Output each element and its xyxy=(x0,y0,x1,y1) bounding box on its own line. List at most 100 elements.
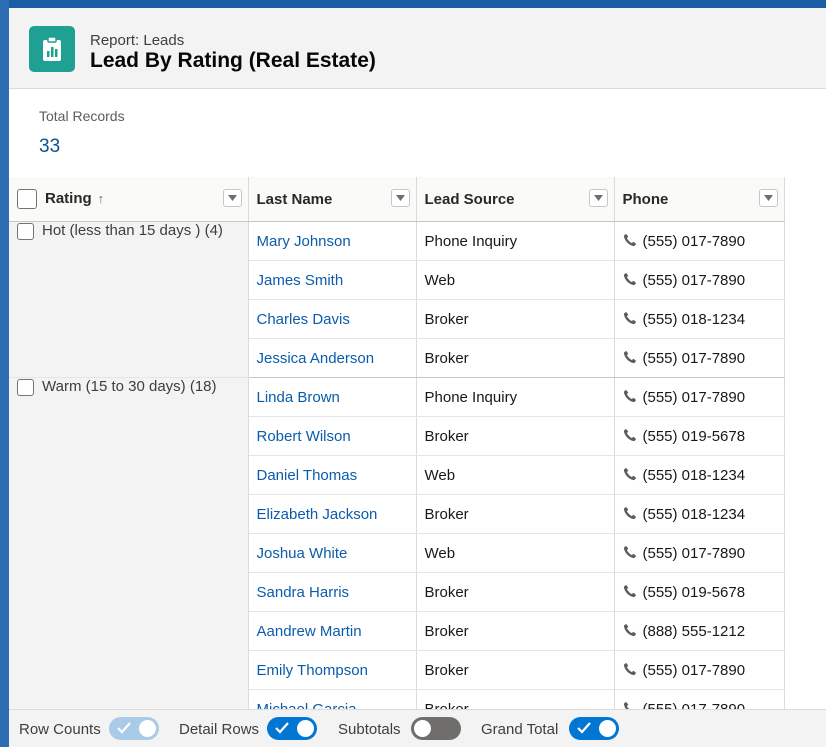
toggle-knob xyxy=(139,720,156,737)
last-name-cell[interactable]: Linda Brown xyxy=(248,377,417,417)
select-all-checkbox[interactable] xyxy=(17,189,37,209)
last-name-cell[interactable]: Robert Wilson xyxy=(248,416,417,456)
lead-link[interactable]: Sandra Harris xyxy=(257,584,350,601)
row-counts-label: Row Counts xyxy=(19,721,101,738)
row-counts-toggle[interactable] xyxy=(109,717,159,740)
lead-link[interactable]: Joshua White xyxy=(257,545,348,562)
column-label: Lead Source xyxy=(424,190,515,208)
phone-cell: (555) 017-7890 xyxy=(614,650,785,690)
phone-icon xyxy=(623,389,636,402)
phone-icon xyxy=(623,428,636,441)
lead-source-cell: Broker xyxy=(416,299,615,339)
phone-icon xyxy=(623,311,636,324)
phone-number: (555) 017-7890 xyxy=(642,661,746,679)
grand-total-toggle[interactable] xyxy=(569,717,619,740)
phone-icon xyxy=(623,584,636,597)
lead-link[interactable]: Mary Johnson xyxy=(257,233,351,250)
lead-link[interactable]: Daniel Thomas xyxy=(257,467,358,484)
lead-link[interactable]: James Smith xyxy=(257,272,344,289)
table-row: Warm (15 to 30 days) (18) Linda Brown Ph… xyxy=(9,377,785,729)
phone-number: (555) 017-7890 xyxy=(642,232,746,250)
phone-number: (555) 017-7890 xyxy=(642,349,746,367)
toggle-knob xyxy=(297,720,314,737)
group-cell: Warm (15 to 30 days) (18) xyxy=(9,377,249,729)
check-icon xyxy=(577,722,591,734)
total-records-label: Total Records xyxy=(39,108,125,124)
phone-number: (555) 017-7890 xyxy=(642,388,746,406)
lead-source-cell: Broker xyxy=(416,650,615,690)
last-name-cell[interactable]: Mary Johnson xyxy=(248,221,417,261)
lead-source-cell: Broker xyxy=(416,611,615,651)
column-menu-button[interactable] xyxy=(588,189,608,207)
lead-link[interactable]: Elizabeth Jackson xyxy=(257,506,378,523)
lead-source-cell: Web xyxy=(416,260,615,300)
column-label: Last Name xyxy=(256,190,333,208)
sort-ascending-icon[interactable]: ↑ xyxy=(98,191,105,206)
column-header-last-name[interactable]: Last Name xyxy=(248,177,417,222)
column-menu-button[interactable] xyxy=(222,189,242,207)
page-background xyxy=(0,0,826,8)
phone-cell: (555) 018-1234 xyxy=(614,494,785,534)
phone-number: (555) 019-5678 xyxy=(642,583,746,601)
phone-cell: (888) 555-1212 xyxy=(614,611,785,651)
phone-number: (555) 017-7890 xyxy=(642,271,746,289)
report-footer: Row Counts Detail Rows Subtotals Grand T… xyxy=(9,709,826,747)
page-title: Lead By Rating (Real Estate) xyxy=(90,49,376,72)
last-name-cell[interactable]: Emily Thompson xyxy=(248,650,417,690)
lead-source-cell: Phone Inquiry xyxy=(416,377,615,417)
group-checkbox[interactable] xyxy=(17,378,34,396)
phone-cell: (555) 017-7890 xyxy=(614,338,785,378)
phone-icon xyxy=(623,506,636,519)
last-name-cell[interactable]: James Smith xyxy=(248,260,417,300)
lead-link[interactable]: Robert Wilson xyxy=(257,428,351,445)
detail-rows-toggle[interactable] xyxy=(267,717,317,740)
last-name-cell[interactable]: Aandrew Martin xyxy=(248,611,417,651)
report-icon xyxy=(29,26,75,72)
phone-icon xyxy=(623,545,636,558)
subtotals-toggle[interactable] xyxy=(411,717,461,740)
phone-icon xyxy=(623,272,636,285)
column-header-phone[interactable]: Phone xyxy=(614,177,785,222)
lead-source-cell: Broker xyxy=(416,572,615,612)
phone-number: (555) 019-5678 xyxy=(642,427,746,445)
column-header-lead-source[interactable]: Lead Source xyxy=(416,177,615,222)
phone-number: (555) 018-1234 xyxy=(642,505,746,523)
phone-cell: (555) 017-7890 xyxy=(614,377,785,417)
lead-link[interactable]: Charles Davis xyxy=(257,311,350,328)
column-menu-button[interactable] xyxy=(390,189,410,207)
phone-number: (555) 018-1234 xyxy=(642,310,746,328)
table-row: Hot (less than 15 days ) (4) Mary Johnso… xyxy=(9,221,785,378)
lead-link[interactable]: Aandrew Martin xyxy=(257,623,362,640)
group-cell: Hot (less than 15 days ) (4) xyxy=(9,221,249,378)
check-icon xyxy=(275,722,289,734)
column-header-rating[interactable]: Rating ↑ xyxy=(9,177,249,222)
column-label: Rating xyxy=(45,189,92,207)
report-table: Rating ↑ Last Name Lead Source Phone Hot… xyxy=(9,177,785,729)
phone-cell: (555) 017-7890 xyxy=(614,260,785,300)
phone-icon xyxy=(623,623,636,636)
chevron-down-icon xyxy=(593,195,603,201)
last-name-cell[interactable]: Sandra Harris xyxy=(248,572,417,612)
column-label: Phone xyxy=(622,190,669,208)
phone-icon xyxy=(623,662,636,675)
last-name-cell[interactable]: Elizabeth Jackson xyxy=(248,494,417,534)
report-panel: Report: Leads Lead By Rating (Real Estat… xyxy=(9,8,826,747)
phone-number: (888) 555-1212 xyxy=(642,622,746,640)
header-row: Rating ↑ Last Name Lead Source Phone xyxy=(9,177,785,222)
phone-cell: (555) 018-1234 xyxy=(614,455,785,495)
column-menu-button[interactable] xyxy=(758,189,778,207)
phone-number: (555) 018-1234 xyxy=(642,466,746,484)
lead-link[interactable]: Emily Thompson xyxy=(257,662,368,679)
detail-rows-label: Detail Rows xyxy=(179,721,260,738)
grand-total-label: Grand Total xyxy=(481,721,559,738)
lead-link[interactable]: Linda Brown xyxy=(257,389,340,406)
group-checkbox[interactable] xyxy=(17,222,34,240)
last-name-cell[interactable]: Charles Davis xyxy=(248,299,417,339)
last-name-cell[interactable]: Joshua White xyxy=(248,533,417,573)
chevron-down-icon xyxy=(395,195,405,201)
phone-icon xyxy=(623,350,636,363)
lead-link[interactable]: Jessica Anderson xyxy=(257,350,375,367)
toggle-knob xyxy=(414,720,431,737)
last-name-cell[interactable]: Jessica Anderson xyxy=(248,338,417,378)
last-name-cell[interactable]: Daniel Thomas xyxy=(248,455,417,495)
